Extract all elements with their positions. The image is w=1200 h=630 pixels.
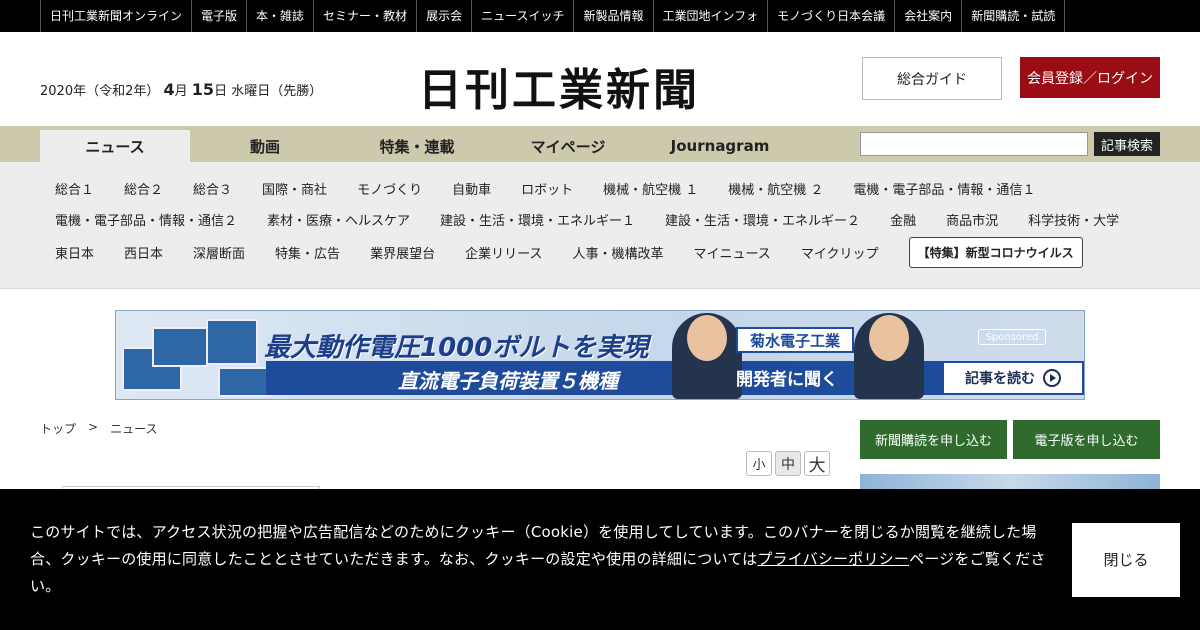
sub-nav-item[interactable]: 西日本 (109, 243, 178, 262)
font-size-large-button[interactable]: 大 (804, 451, 830, 476)
top-link-seminar[interactable]: セミナー・教材 (314, 0, 418, 32)
sub-nav-item[interactable]: マイクリップ (786, 243, 894, 262)
ad-equipment-image (122, 319, 272, 397)
top-link-books[interactable]: 本・雑誌 (247, 0, 315, 32)
top-link-company[interactable]: 会社案内 (895, 0, 963, 32)
sub-nav: 総合１ 総合２ 総合３ 国際・商社 モノづくり 自動車 ロボット 機械・航空機 … (0, 162, 1200, 289)
sub-nav-item[interactable]: 深層断面 (178, 243, 260, 262)
sub-nav-item[interactable]: 商品市況 (931, 210, 1013, 229)
breadcrumb: トップ > ニュース (40, 420, 157, 437)
sub-nav-item[interactable]: 機械・航空機 ２ (713, 179, 838, 198)
date-suffix: 水曜日（先勝） (231, 84, 323, 99)
top-link-exhibition[interactable]: 展示会 (417, 0, 473, 32)
ad-read-label: 記事を読む (965, 371, 1035, 387)
sub-nav-item[interactable]: 建設・生活・環境・エネルギー１ (425, 210, 650, 229)
ad-banner[interactable]: 最大動作電圧1000ボルトを実現 直流電子負荷装置５機種 菊水電子工業 開発者に… (115, 310, 1085, 400)
search-button[interactable]: 記事検索 (1094, 132, 1160, 156)
tab-news[interactable]: ニュース (40, 130, 190, 162)
date-month-unit: 月 (174, 84, 188, 99)
sub-nav-item[interactable]: 人事・機構改革 (557, 243, 678, 262)
ad-headline: 最大動作電圧1000ボルトを実現 (264, 333, 649, 363)
sub-nav-item[interactable]: 東日本 (40, 243, 109, 262)
sub-nav-item[interactable]: 機械・航空機 １ (588, 179, 713, 198)
sub-nav-row: 東日本 西日本 深層断面 特集・広告 業界展望台 企業リリース 人事・機構改革 … (40, 236, 1083, 268)
ad-company: 菊水電子工業 (736, 327, 854, 353)
sub-nav-item[interactable]: 業界展望台 (355, 243, 450, 262)
tab-mypage[interactable]: マイページ (493, 130, 643, 162)
sub-nav-item[interactable]: 企業リリース (450, 243, 557, 262)
date-prefix: 2020年（令和2年） (40, 84, 160, 99)
ad-sponsored-badge: Sponsored (978, 329, 1046, 345)
tab-video[interactable]: 動画 (190, 130, 340, 162)
date-day-unit: 日 (214, 84, 228, 99)
site-logo[interactable]: 日刊工業新聞 (418, 54, 700, 118)
ad-subline: 直流電子負荷装置５機種 (398, 369, 618, 393)
date-month: 4 (163, 80, 175, 99)
sub-nav-item[interactable]: 自動車 (437, 179, 506, 198)
sub-nav-item[interactable]: 総合２ (109, 179, 178, 198)
privacy-policy-link[interactable]: プライバシーポリシー (757, 550, 909, 568)
tab-features[interactable]: 特集・連載 (342, 130, 492, 162)
ad-person-image (672, 313, 742, 399)
cookie-message: このサイトでは、アクセス状況の把握や広告配信などのためにクッキー（Cookie）… (30, 519, 1060, 600)
sub-nav-item[interactable]: マイニュース (678, 243, 785, 262)
sub-nav-row: 電機・電子部品・情報・通信２ 素材・医療・ヘルスケア 建設・生活・環境・エネルギ… (40, 208, 1134, 230)
play-icon (1043, 369, 1061, 387)
sub-nav-item[interactable]: 総合１ (40, 179, 109, 198)
sub-nav-item[interactable]: 金融 (875, 210, 931, 229)
top-link-monozukuri[interactable]: モノづくり日本会議 (768, 0, 896, 32)
top-link-new-products[interactable]: 新製品情報 (574, 0, 654, 32)
sub-nav-item[interactable]: 科学技術・大学 (1013, 210, 1134, 229)
sub-nav-item[interactable]: モノづくり (342, 179, 437, 198)
sub-nav-item[interactable]: 特集・広告 (260, 243, 355, 262)
sub-nav-item[interactable]: 総合３ (178, 179, 247, 198)
top-link-digital[interactable]: 電子版 (192, 0, 248, 32)
top-link-industrial-parks[interactable]: 工業団地インフォ (654, 0, 769, 32)
top-link-subscribe[interactable]: 新聞購読・試読 (962, 0, 1066, 32)
sub-nav-item[interactable]: ロボット (506, 179, 588, 198)
search-input[interactable] (860, 132, 1088, 156)
sub-nav-item[interactable]: 電機・電子部品・情報・通信１ (838, 179, 1050, 198)
special-coronavirus-button[interactable]: 【特集】新型コロナウイルス (908, 236, 1083, 268)
sub-nav-row: 総合１ 総合２ 総合３ 国際・商社 モノづくり 自動車 ロボット 機械・航空機 … (40, 177, 1050, 199)
sub-nav-item[interactable]: 国際・商社 (247, 179, 342, 198)
font-size-controls: 小 中 大 (746, 451, 830, 476)
tab-journagram[interactable]: Journagram (645, 130, 795, 162)
sub-nav-item[interactable]: 素材・医療・ヘルスケア (252, 210, 425, 229)
ad-interview: 開発者に聞く (736, 370, 838, 390)
font-size-medium-button[interactable]: 中 (775, 451, 801, 476)
login-button[interactable]: 会員登録／ログイン (1020, 57, 1160, 98)
breadcrumb-separator: > (88, 420, 99, 434)
issue-date: 2020年（令和2年） 4月 15日 水曜日（先勝） (40, 80, 322, 99)
ad-person-image (854, 313, 924, 399)
top-links: 日刊工業新聞オンライン 電子版 本・雑誌 セミナー・教材 展示会 ニュースイッチ… (40, 0, 1066, 32)
breadcrumb-top[interactable]: トップ (40, 420, 76, 437)
ad-read-button[interactable]: 記事を読む (944, 363, 1082, 393)
guide-button[interactable]: 総合ガイド (862, 57, 1002, 100)
date-day: 15 (191, 80, 215, 99)
top-link-online[interactable]: 日刊工業新聞オンライン (41, 0, 193, 32)
breadcrumb-current[interactable]: ニュース (110, 420, 157, 437)
font-size-small-button[interactable]: 小 (746, 451, 772, 476)
subscribe-digital-button[interactable]: 電子版を申し込む (1013, 420, 1160, 459)
top-link-newswitch[interactable]: ニュースイッチ (472, 0, 575, 32)
sub-nav-item[interactable]: 電機・電子部品・情報・通信２ (40, 210, 252, 229)
top-bar: 日刊工業新聞オンライン 電子版 本・雑誌 セミナー・教材 展示会 ニュースイッチ… (0, 0, 1200, 32)
cookie-close-button[interactable]: 閉じる (1072, 523, 1180, 597)
subscribe-newspaper-button[interactable]: 新聞購読を申し込む (860, 420, 1007, 459)
sub-nav-item[interactable]: 建設・生活・環境・エネルギー２ (650, 210, 875, 229)
